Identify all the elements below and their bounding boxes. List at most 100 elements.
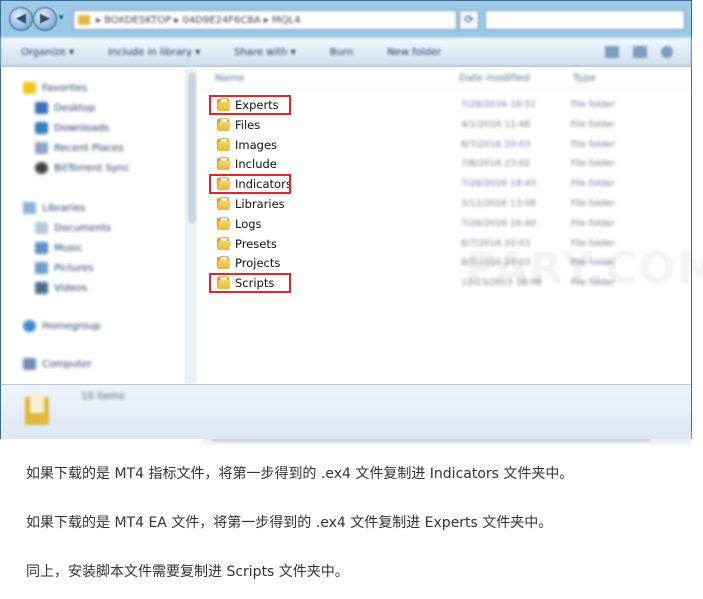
- organize-button[interactable]: Organize ▾: [21, 47, 74, 58]
- view-options-icon[interactable]: [605, 46, 619, 58]
- caption-scripts: 同上，安装脚本文件需要复制进 Scripts 文件夹中。: [26, 564, 349, 580]
- file-type: File folder: [571, 119, 616, 130]
- file-name: Libraries: [235, 197, 285, 211]
- file-row[interactable]: Include 7/8/2016 23:02 File folder: [211, 154, 687, 174]
- recent-places-icon: [35, 142, 48, 154]
- file-date-modified: 8/7/2016 20:03: [461, 139, 531, 150]
- file-date-modified: 7/8/2016 23:02: [461, 159, 531, 170]
- libraries-icon: [23, 202, 36, 214]
- pictures-icon: [35, 262, 48, 274]
- watermark: PARY.COM: [465, 243, 703, 294]
- nav-label: Videos: [54, 282, 88, 294]
- star-icon: [23, 82, 36, 94]
- explorer-body: Favorites Desktop Downloads Recent Place…: [1, 67, 703, 445]
- preview-pane-icon[interactable]: [633, 46, 647, 58]
- nav-music[interactable]: Music: [35, 239, 82, 257]
- file-name: Projects: [235, 256, 281, 271]
- forward-button[interactable]: ▶: [33, 7, 57, 31]
- nav-videos[interactable]: Videos: [35, 279, 87, 297]
- nav-label: Favorites: [42, 82, 88, 94]
- back-arrow-icon: ◀: [16, 11, 26, 26]
- file-row[interactable]: Libraries 3/12/2016 13:08 File folder: [211, 194, 687, 214]
- explorer-window: ◀ ▶ ▾ ▸ BOXDESKTOP ▸ 04D9E24F6C8A ▸ MQL4…: [0, 0, 703, 445]
- nav-homegroup[interactable]: Homegroup: [23, 317, 101, 335]
- file-row[interactable]: Indicators 7/28/2016 18:43 File folder: [209, 174, 687, 195]
- burn-button[interactable]: Burn: [330, 47, 353, 58]
- file-name: Include: [235, 157, 277, 172]
- column-header-date-modified[interactable]: Date modified: [459, 73, 530, 84]
- file-date-modified: 3/12/2016 13:08: [461, 199, 536, 209]
- item-count: 10 items: [81, 391, 125, 402]
- videos-icon: [35, 282, 48, 294]
- file-name: Images: [235, 137, 278, 152]
- share-with-button[interactable]: Share with ▾: [234, 47, 295, 58]
- file-row[interactable]: Files 4/1/2016 11:48 File folder: [211, 115, 687, 135]
- folder-icon: [25, 393, 51, 427]
- file-date-modified: 4/1/2016 11:48: [461, 119, 531, 130]
- nav-documents[interactable]: Documents: [35, 219, 111, 237]
- file-date-modified: 7/28/2016 18:51: [461, 100, 536, 110]
- file-type: File folder: [571, 100, 616, 110]
- file-type: File folder: [571, 139, 616, 150]
- file-row[interactable]: Logs 7/28/2016 16:40 File folder: [211, 214, 687, 234]
- file-type: File folder: [571, 199, 616, 209]
- folder-icon: [217, 117, 231, 131]
- file-date-modified: 7/28/2016 18:43: [461, 179, 536, 190]
- desktop-icon: [35, 102, 48, 114]
- address-path: ▸ BOXDESKTOP ▸ 04D9E24F6C8A ▸ MQL4: [96, 14, 301, 26]
- forward-arrow-icon: ▶: [40, 11, 50, 26]
- toolbar-view-controls: [605, 46, 673, 58]
- documents-icon: [35, 222, 48, 234]
- nav-desktop[interactable]: Desktop: [35, 99, 95, 117]
- command-toolbar: Organize ▾ Include in library ▾ Share wi…: [1, 37, 691, 67]
- address-bar-area: ◀ ▶ ▾ ▸ BOXDESKTOP ▸ 04D9E24F6C8A ▸ MQL4…: [1, 1, 691, 37]
- nav-libraries[interactable]: Libraries: [23, 199, 85, 217]
- new-folder-button[interactable]: New folder: [387, 47, 441, 58]
- folder-icon: [78, 15, 90, 25]
- help-icon[interactable]: [661, 46, 673, 58]
- include-in-library-button[interactable]: Include in library ▾: [108, 47, 200, 58]
- caption-experts: 如果下载的是 MT4 EA 文件，将第一步得到的 .ex4 文件复制进 Expe…: [26, 515, 553, 531]
- column-header-name[interactable]: Name: [215, 73, 245, 84]
- highlight-box: [209, 273, 291, 294]
- nav-recent-places[interactable]: Recent Places: [35, 139, 124, 157]
- folder-icon: [217, 236, 231, 250]
- computer-icon: [23, 358, 36, 370]
- folder-icon: [217, 197, 231, 210]
- recent-pages-button[interactable]: ▾: [59, 13, 64, 23]
- nav-bittorrent-sync[interactable]: BitTorrent Sync: [35, 159, 130, 177]
- nav-downloads[interactable]: Downloads: [35, 119, 109, 137]
- homegroup-icon: [23, 320, 36, 332]
- address-field[interactable]: ▸ BOXDESKTOP ▸ 04D9E24F6C8A ▸ MQL4: [73, 10, 457, 30]
- refresh-button[interactable]: ⟳: [459, 10, 479, 30]
- search-input[interactable]: [485, 10, 685, 30]
- column-header-type[interactable]: Type: [573, 73, 596, 84]
- folder-icon: [217, 256, 231, 270]
- highlight-box: [209, 174, 291, 195]
- details-pane: 10 items: [1, 384, 691, 439]
- back-button[interactable]: ◀: [9, 7, 33, 31]
- file-name: Presets: [235, 236, 277, 251]
- downloads-icon: [35, 122, 48, 134]
- highlight-box: [209, 95, 291, 115]
- caption-indicators: 如果下载的是 MT4 指标文件，将第一步得到的 .ex4 文件复制进 Indic…: [26, 466, 574, 482]
- column-header-row: Name Date modified Type: [197, 71, 691, 90]
- file-row[interactable]: Images 8/7/2016 20:03 File folder: [211, 135, 687, 155]
- file-row[interactable]: Experts 7/28/2016 18:51 File folder: [209, 95, 687, 115]
- file-name: Logs: [235, 216, 262, 231]
- nav-computer[interactable]: Computer: [23, 355, 92, 373]
- folder-icon: [217, 157, 231, 171]
- bittorrent-sync-icon: [35, 162, 48, 174]
- nav-label: Homegroup: [42, 320, 101, 332]
- file-type: File folder: [571, 159, 616, 170]
- nav-pictures[interactable]: Pictures: [35, 259, 94, 277]
- folder-icon: [217, 137, 231, 151]
- file-name: Files: [235, 117, 261, 132]
- nav-label: Libraries: [42, 202, 86, 214]
- nav-label: Recent Places: [54, 142, 124, 154]
- nav-favorites[interactable]: Favorites: [23, 79, 87, 97]
- nav-label: Pictures: [54, 262, 94, 274]
- scrollbar-thumb[interactable]: [188, 73, 196, 223]
- file-type: File folder: [571, 218, 616, 229]
- nav-label: Computer: [42, 358, 92, 370]
